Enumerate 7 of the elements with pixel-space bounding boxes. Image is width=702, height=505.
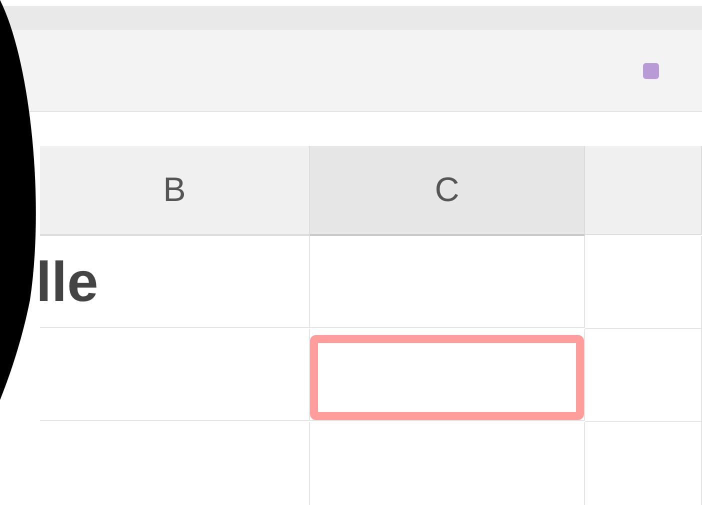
column-header[interactable]: B	[40, 146, 310, 236]
highlighted-cell[interactable]	[310, 335, 584, 420]
grid-cell[interactable]	[585, 329, 702, 422]
column-header[interactable]: C	[310, 146, 585, 236]
grid-cell[interactable]: lle	[40, 236, 310, 328]
grid-cell[interactable]	[585, 236, 702, 329]
grid-cell[interactable]	[310, 236, 585, 328]
